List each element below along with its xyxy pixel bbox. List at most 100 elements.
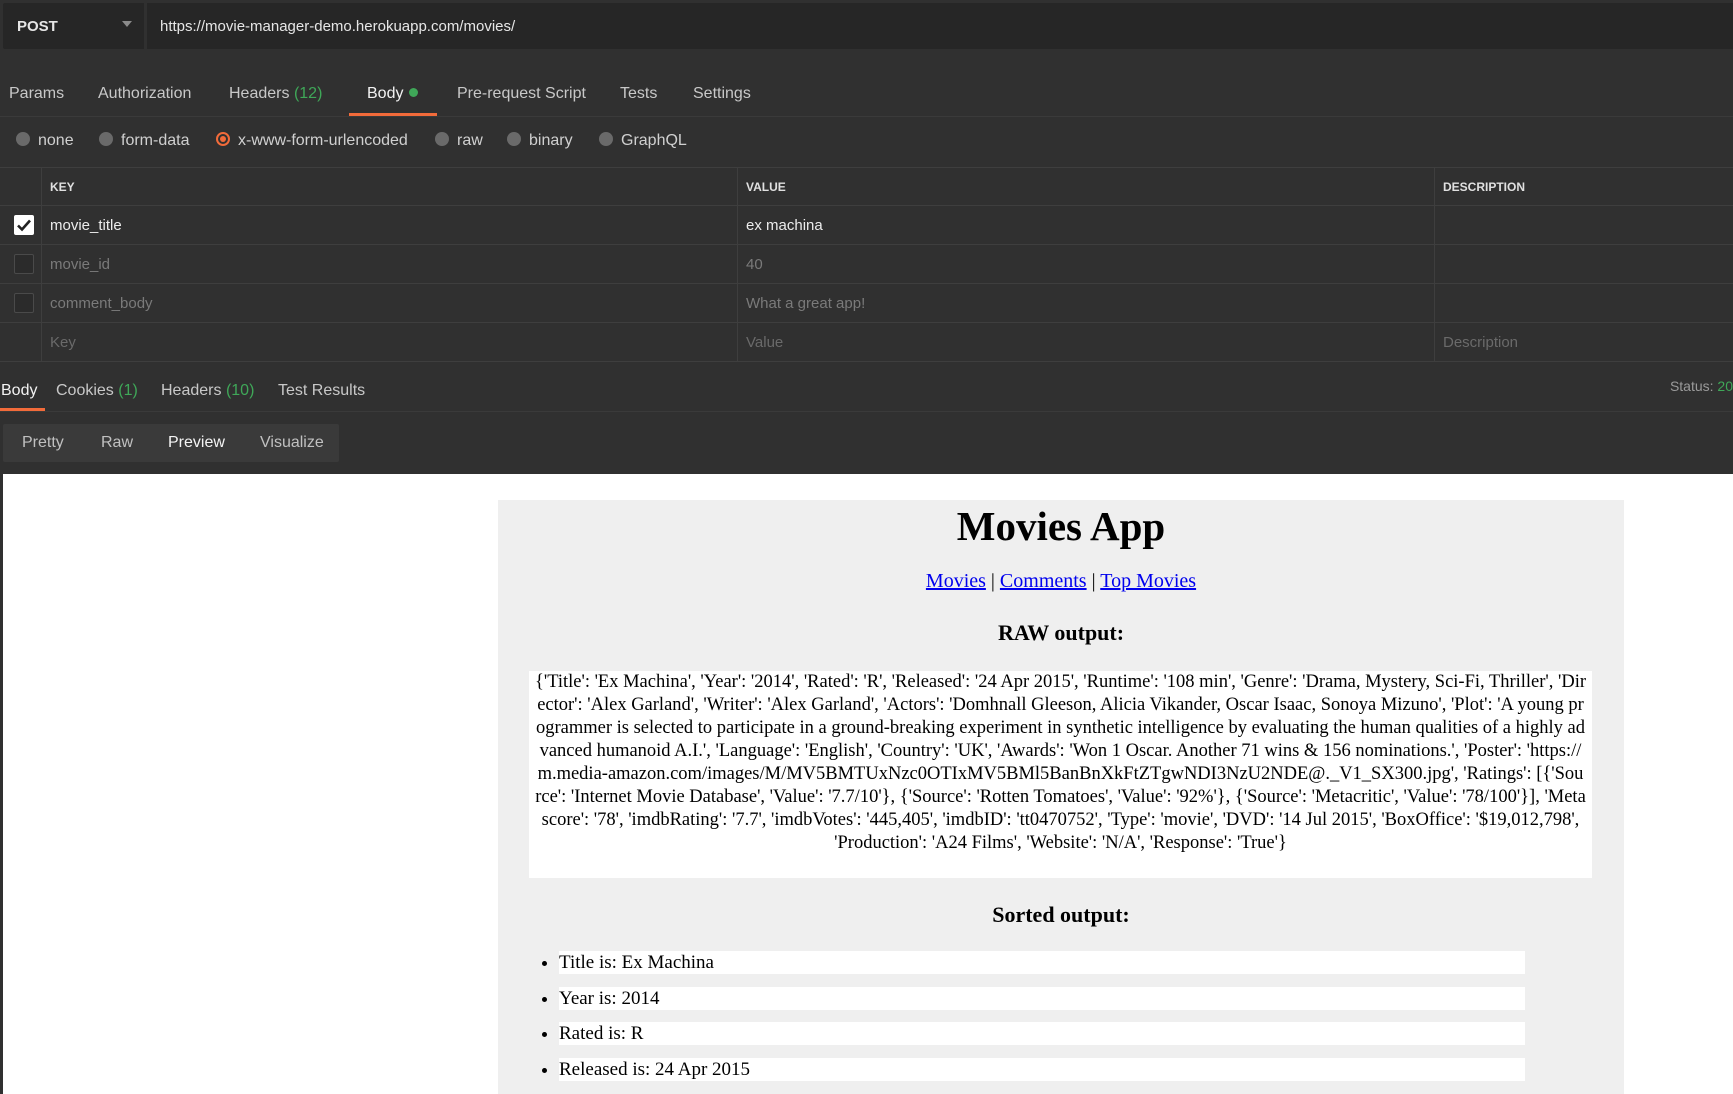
radio-circle-icon: [16, 132, 30, 146]
params-table: KEY VALUE DESCRIPTION movie_title ex mac…: [0, 167, 1733, 362]
resp-tab-headers[interactable]: Headers (10): [161, 382, 254, 400]
radio-binary[interactable]: binary: [507, 132, 573, 150]
radio-raw[interactable]: raw: [435, 132, 483, 150]
radio-label: x-www-form-urlencoded: [238, 132, 408, 149]
list-item: Title is: Ex Machina: [559, 951, 1525, 974]
list-item-text: Rated is: R: [559, 1022, 1525, 1045]
radio-selected-icon: [216, 132, 230, 146]
nav-separator: |: [985, 570, 1000, 592]
nav-link-top-movies[interactable]: Top Movies: [1100, 570, 1196, 592]
nav-separator: |: [1086, 570, 1101, 592]
tab-settings[interactable]: Settings: [693, 85, 751, 103]
radio-circle-icon: [599, 132, 613, 146]
radio-label: form-data: [121, 132, 190, 149]
key-input[interactable]: movie_title: [41, 206, 738, 244]
view-raw[interactable]: Raw: [101, 434, 133, 452]
modified-dot-icon: [409, 88, 419, 97]
radio-none[interactable]: none: [16, 132, 74, 150]
description-input[interactable]: [1434, 206, 1733, 244]
nav-link-comments[interactable]: Comments: [1000, 570, 1087, 592]
status-label: Status:: [1669, 378, 1714, 394]
row-check-cell: [0, 323, 42, 361]
radio-x-www-form-urlencoded[interactable]: x-www-form-urlencoded: [216, 132, 408, 150]
response-tabs: Body Cookies (1) Headers (10) Test Resul…: [0, 370, 1733, 412]
resp-tab-test-results[interactable]: Test Results: [278, 382, 365, 400]
resp-tab-cookies[interactable]: Cookies (1): [56, 382, 138, 400]
key-input[interactable]: movie_id: [41, 245, 738, 283]
active-tab-indicator: [0, 408, 45, 411]
view-preview[interactable]: Preview: [168, 434, 225, 452]
radio-label: none: [38, 132, 74, 149]
header-key: KEY: [41, 168, 738, 205]
row-check-cell: [0, 206, 42, 244]
table-row: movie_title ex machina: [0, 206, 1733, 245]
tab-count: (10): [225, 382, 255, 399]
view-visualize[interactable]: Visualize: [260, 434, 324, 452]
value-placeholder[interactable]: Value: [737, 323, 1435, 361]
page-title: Movies App: [956, 503, 1166, 549]
tab-label: Cookies: [56, 382, 114, 399]
radio-graphql[interactable]: GraphQL: [599, 132, 687, 150]
response-status: Status: 20: [1670, 378, 1733, 394]
tab-label: Body: [367, 85, 404, 102]
tab-label: Pre-request Script: [457, 85, 586, 102]
preview-page-container: Movies App Movies | Comments | Top Movie…: [498, 500, 1624, 1094]
method-label: POST: [17, 18, 58, 35]
response-preview: Movies App Movies | Comments | Top Movie…: [3, 474, 1733, 1094]
radio-label: binary: [529, 132, 573, 149]
status-code: 20: [1717, 378, 1733, 394]
tab-authorization[interactable]: Authorization: [98, 85, 191, 103]
list-item-text: Year is: 2014: [559, 986, 1525, 1010]
tab-label: Authorization: [98, 85, 192, 102]
tab-headers[interactable]: Headers (12): [229, 85, 322, 103]
value-input[interactable]: ex machina: [737, 206, 1435, 244]
tab-body[interactable]: Body: [367, 85, 419, 103]
tab-label: Headers: [161, 382, 222, 399]
list-item: Year is: 2014: [559, 986, 1525, 1010]
description-placeholder[interactable]: Description: [1434, 323, 1733, 361]
url-input[interactable]: https://movie-manager-demo.herokuapp.com…: [147, 3, 1733, 49]
table-header: KEY VALUE DESCRIPTION: [0, 168, 1733, 206]
request-url-bar: POST https://movie-manager-demo.herokuap…: [0, 0, 1733, 54]
resp-tab-body[interactable]: Body: [1, 382, 37, 400]
checkbox-checked-icon[interactable]: [14, 215, 34, 235]
view-pretty[interactable]: Pretty: [22, 434, 64, 452]
sorted-output-list: Title is: Ex Machina Year is: 2014 Rated…: [529, 951, 1525, 1093]
radio-circle-icon: [435, 132, 449, 146]
tab-count: (1): [118, 382, 138, 399]
radio-label: raw: [457, 132, 483, 149]
row-check-cell: [0, 245, 42, 283]
value-input[interactable]: What a great app!: [737, 284, 1435, 322]
tab-tests[interactable]: Tests: [620, 85, 657, 103]
tab-params[interactable]: Params: [9, 85, 64, 103]
tab-label: Params: [9, 85, 65, 102]
tab-pre-request-script[interactable]: Pre-request Script: [457, 85, 586, 103]
table-row: movie_id 40: [0, 245, 1733, 284]
table-row-new: Key Value Description: [0, 323, 1733, 362]
description-input[interactable]: [1434, 284, 1733, 322]
list-item-text: Title is: Ex Machina: [559, 951, 1525, 974]
checkbox-unchecked-icon[interactable]: [14, 254, 34, 274]
radio-circle-icon: [99, 132, 113, 146]
key-placeholder[interactable]: Key: [41, 323, 738, 361]
header-value: VALUE: [737, 168, 1435, 205]
radio-form-data[interactable]: form-data: [99, 132, 189, 150]
chevron-down-icon: [122, 21, 132, 27]
header-description: DESCRIPTION: [1434, 168, 1733, 205]
table-row: comment_body What a great app!: [0, 284, 1733, 323]
key-input[interactable]: comment_body: [41, 284, 738, 322]
nav-link-movies[interactable]: Movies: [926, 570, 986, 592]
list-item: Released is: 24 Apr 2015: [559, 1057, 1525, 1081]
url-text: https://movie-manager-demo.herokuapp.com…: [160, 18, 516, 35]
view-mode-switcher: Pretty Raw Preview Visualize: [3, 424, 339, 462]
tab-label: Settings: [693, 85, 751, 102]
sorted-output-heading: Sorted output:: [992, 902, 1130, 927]
description-input[interactable]: [1434, 245, 1733, 283]
tab-label: Body: [1, 382, 38, 399]
method-select[interactable]: POST: [3, 3, 144, 49]
value-input[interactable]: 40: [737, 245, 1435, 283]
tab-count: (12): [293, 85, 323, 102]
raw-output-heading: RAW output:: [997, 620, 1125, 645]
checkbox-unchecked-icon[interactable]: [14, 293, 34, 313]
radio-circle-icon: [507, 132, 521, 146]
